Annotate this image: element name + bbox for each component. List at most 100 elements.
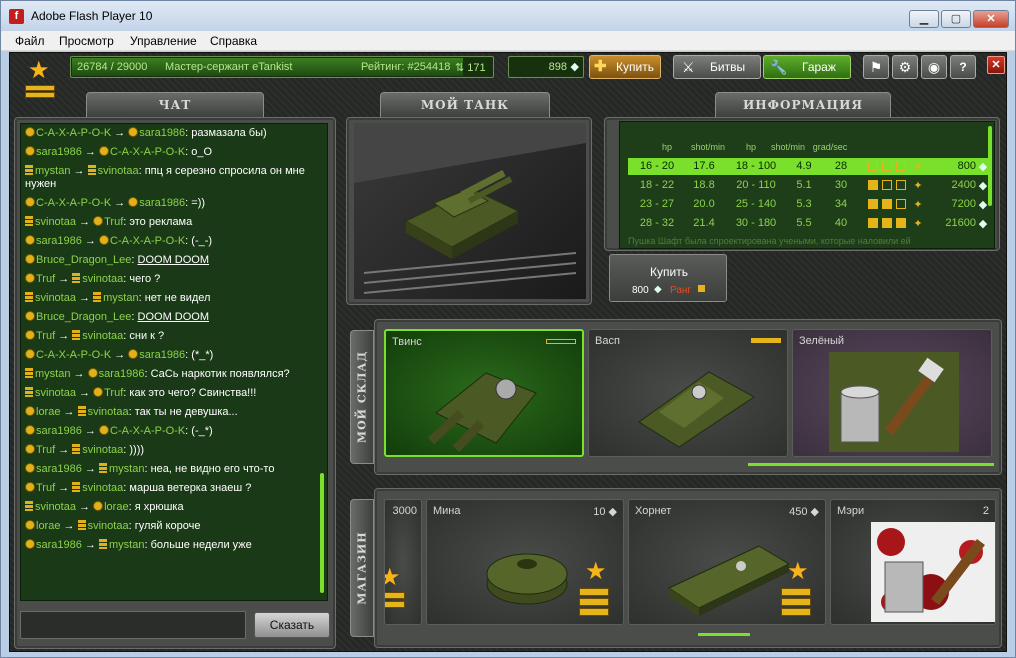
tab-my-tank[interactable]: МОЙ ТАНК [380, 92, 550, 118]
rank-icon [25, 311, 35, 321]
chat-sender[interactable]: Truf [36, 482, 55, 494]
chat-recipient[interactable]: svinotaa [88, 406, 129, 418]
chat-sender[interactable]: mystan [35, 165, 70, 177]
upgrade-row[interactable]: 16 - 20 17.6 18 - 100 4.9 28 ✦ 800 ◆ [628, 158, 992, 175]
rank-chevron-icon [579, 598, 609, 606]
chat-recipient[interactable]: svinotaa [82, 482, 123, 494]
chat-recipient[interactable]: sara1986 [139, 197, 185, 209]
chat-sender[interactable]: svinotaa [35, 387, 76, 399]
modification-slot-icon [868, 218, 878, 228]
tab-chat[interactable]: ЧАТ [86, 92, 264, 118]
shop-item-mine[interactable]: Мина 10 ◆ ★ [426, 499, 624, 625]
rank-icon [25, 368, 33, 378]
chat-message: Truf → svinotaa: )))) [21, 441, 327, 460]
menu-view[interactable]: Просмотр [59, 34, 114, 48]
chat-input[interactable] [20, 611, 246, 639]
header-shot: shot/min [690, 142, 725, 152]
chat-sender[interactable]: C-A-X-A-P-O-K [36, 127, 111, 139]
exit-game-button[interactable]: ✕ [987, 56, 1005, 74]
buy-upgrade-button[interactable]: Купить 800 ◆ Ранг [609, 254, 727, 302]
chat-text: неа, не видно его что-то [150, 463, 275, 475]
menu-help[interactable]: Справка [210, 34, 257, 48]
chat-recipient[interactable]: C-A-X-A-P-O-K [110, 146, 185, 158]
warehouse-item-green[interactable]: Зелёный [792, 329, 992, 457]
chat-recipient[interactable]: Truf [104, 387, 123, 399]
chat-sender[interactable]: C-A-X-A-P-O-K [36, 349, 111, 361]
chat-recipient[interactable]: sara1986 [139, 349, 185, 361]
chat-sender[interactable]: svinotaa [35, 216, 76, 228]
help-icon[interactable]: ? [950, 55, 976, 79]
chat-sender[interactable]: Truf [36, 330, 55, 342]
chat-sender[interactable]: svinotaa [35, 292, 76, 304]
maximize-button[interactable]: ▢ [941, 10, 971, 28]
tab-shop[interactable]: МАГАЗИН [350, 499, 374, 637]
upgrade-row[interactable]: 23 - 27 20.0 25 - 140 5.3 34 ✦ 7200 ◆ [628, 196, 992, 213]
chat-message: lorae → svinotaa: гуляй короче [21, 517, 327, 536]
warehouse-item-wasp[interactable]: Васп [588, 329, 788, 457]
menu-control[interactable]: Управление [130, 34, 197, 48]
chat-sender[interactable]: lorae [36, 406, 60, 418]
chat-recipient[interactable]: C-A-X-A-P-O-K [110, 425, 185, 437]
chat-message: Truf → svinotaa: чего ? [21, 270, 327, 289]
chat-recipient[interactable]: svinotaa [98, 165, 139, 177]
chat-recipient[interactable]: lorae [104, 501, 128, 513]
chat-sender[interactable]: sara1986 [36, 425, 82, 437]
shop-item-mary[interactable]: Мэри 2 [830, 499, 996, 625]
chat-sender[interactable]: Truf [36, 444, 55, 456]
shop-scrollbar[interactable] [698, 633, 750, 636]
chat-message: sara1986 → mystan: неа, не видно его что… [21, 460, 327, 479]
chat-recipient[interactable]: Truf [104, 216, 123, 228]
upgrade-row[interactable]: 18 - 22 18.8 20 - 110 5.1 30 ✦ 2400 ◆ [628, 177, 992, 194]
chat-message: Truf → svinotaa: сни к ? [21, 327, 327, 346]
modification-slot-icon [896, 161, 906, 171]
warehouse-scrollbar[interactable] [748, 463, 994, 466]
buy-crystals-button[interactable]: ✚ Купить [589, 55, 661, 79]
chat-recipient[interactable]: svinotaa [88, 520, 129, 532]
close-button[interactable]: ✕ [973, 10, 1009, 28]
settings-gear-icon[interactable]: ⚙ [892, 55, 918, 79]
upgrade-row[interactable]: 28 - 32 21.4 30 - 180 5.5 40 ✦ 21600 ◆ [628, 215, 992, 232]
sound-icon[interactable]: ◉ [921, 55, 947, 79]
chat-sender[interactable]: svinotaa [35, 501, 76, 513]
chat-sender[interactable]: sara1986 [36, 463, 82, 475]
chat-recipient[interactable]: mystan [109, 539, 144, 551]
chat-recipient[interactable]: svinotaa [82, 444, 123, 456]
tab-info[interactable]: ИНФОРМАЦИЯ [715, 92, 891, 118]
chat-message: lorae → svinotaa: так ты не девушка... [21, 403, 327, 422]
rank-chevron-icon [579, 588, 609, 596]
arrow-icon: → [75, 292, 94, 304]
chat-sender[interactable]: Bruce_Dragon_Lee [36, 311, 131, 323]
chat-sender[interactable]: C-A-X-A-P-O-K [36, 197, 111, 209]
send-button[interactable]: Сказать [254, 612, 330, 638]
shop-item-hornet[interactable]: Хорнет 450 ◆ ★ [628, 499, 826, 625]
chat-message: C-A-X-A-P-O-K → sara1986: =)) [21, 194, 327, 213]
chat-recipient[interactable]: sara1986 [99, 368, 145, 380]
friends-icon[interactable]: ⚑ [863, 55, 889, 79]
arrow-icon: → [70, 368, 88, 380]
chat-recipient[interactable]: C-A-X-A-P-O-K [110, 235, 185, 247]
garage-button[interactable]: 🔧 Гараж [763, 55, 851, 79]
chat-sender[interactable]: Bruce_Dragon_Lee [36, 254, 131, 266]
chat-recipient[interactable]: svinotaa [82, 273, 123, 285]
info-scrollbar[interactable] [988, 126, 992, 206]
chat-scrollbar[interactable] [320, 473, 324, 593]
tab-warehouse[interactable]: МОЙ СКЛАД [350, 330, 374, 464]
shop-item-partial[interactable]: 3000 ★ [384, 499, 422, 625]
chat-recipient[interactable]: mystan [109, 463, 144, 475]
chat-sender[interactable]: mystan [35, 368, 70, 380]
menu-file[interactable]: Файл [15, 34, 45, 48]
minimize-button[interactable]: ▁ [909, 10, 939, 28]
chat-recipient[interactable]: mystan [103, 292, 138, 304]
chat-sender[interactable]: sara1986 [36, 539, 82, 551]
rating-text: Рейтинг: #254418 [361, 61, 451, 73]
warehouse-item-twins[interactable]: Твинс [384, 329, 584, 457]
chat-sender[interactable]: sara1986 [36, 146, 82, 158]
battles-button[interactable]: ⚔ Битвы [673, 55, 761, 79]
chat-sender[interactable]: sara1986 [36, 235, 82, 247]
chat-message: svinotaa → Truf: это реклама [21, 213, 327, 232]
chat-sender[interactable]: lorae [36, 520, 60, 532]
rank-icon [25, 520, 35, 530]
chat-recipient[interactable]: svinotaa [82, 330, 123, 342]
chat-recipient[interactable]: sara1986 [139, 127, 185, 139]
chat-sender[interactable]: Truf [36, 273, 55, 285]
